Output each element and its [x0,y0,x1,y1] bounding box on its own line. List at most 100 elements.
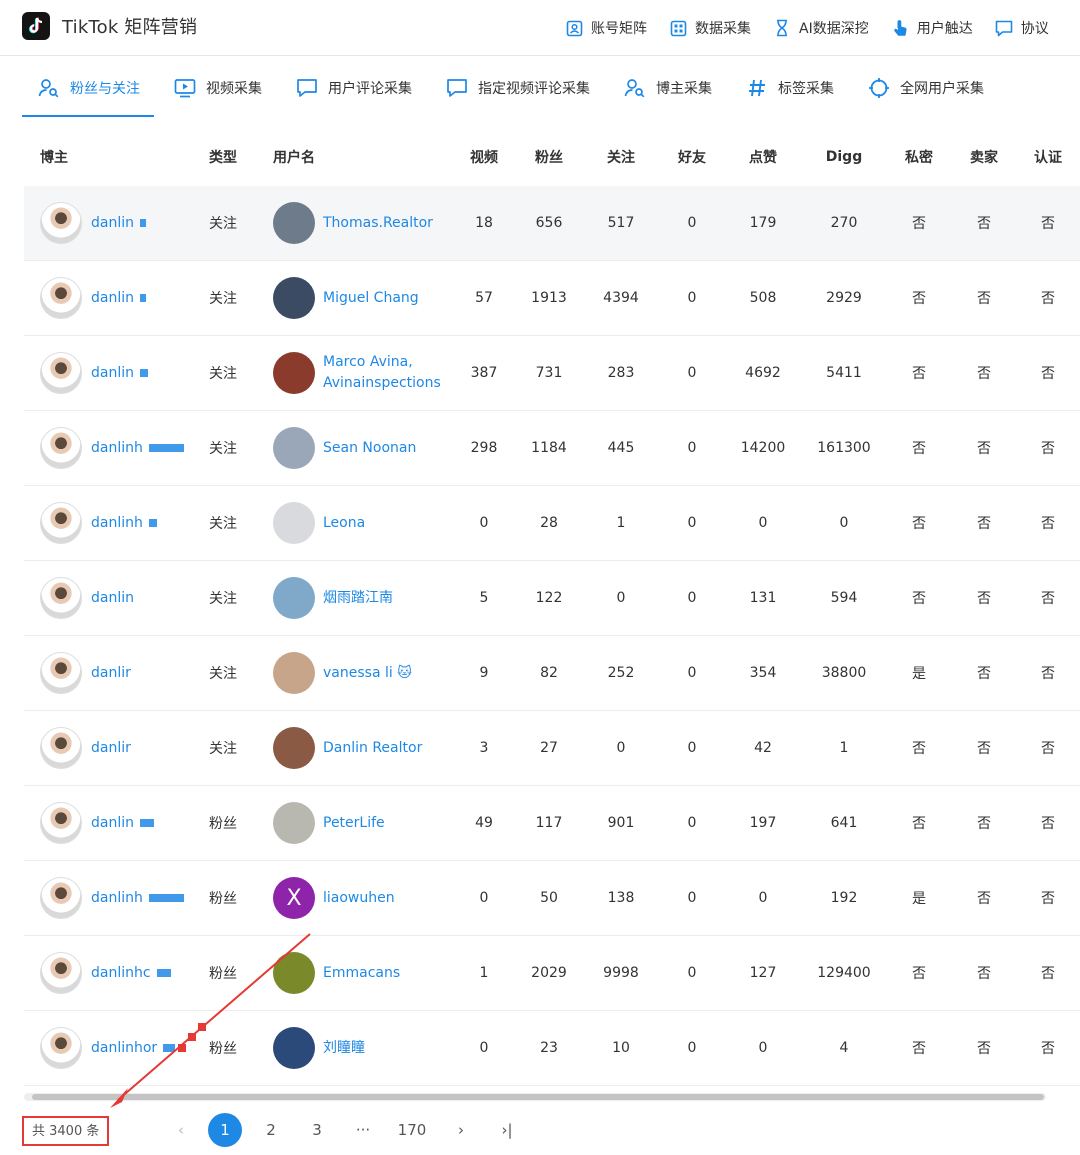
blogger-name-link[interactable]: danlir [91,665,131,681]
cell-verified: 否 [1041,891,1055,907]
blogger-avatar[interactable] [40,727,82,769]
tab-blogger-collection[interactable]: 博主采集 [624,57,712,119]
cell-fans: 82 [540,665,558,681]
username-link[interactable]: 刘瞳瞳 [323,1038,365,1059]
col-header-type[interactable]: 类型 [184,147,248,167]
blogger-avatar[interactable] [40,577,82,619]
tab-all-user-collection[interactable]: 全网用户采集 [868,57,984,119]
cell-likes: 179 [749,215,777,231]
username-link[interactable]: Miguel Chang [323,288,419,309]
tab-fans-follow[interactable]: 粉丝与关注 [22,57,154,119]
table-row[interactable]: danlir 关注 Danlin Realtor 3 27 0 0 42 1 否… [24,711,1080,786]
col-header-friends[interactable]: 好友 [652,147,732,167]
topnav-data-collection[interactable]: 数据采集 [669,18,751,38]
page-button-1[interactable]: 1 [208,1113,242,1147]
col-header-digg[interactable]: Digg [794,149,894,165]
col-header-likes[interactable]: 点赞 [732,147,794,167]
blogger-name-link[interactable]: danlin [91,365,134,381]
user-avatar[interactable] [273,652,315,694]
username-link[interactable]: Danlin Realtor [323,738,422,759]
table-row[interactable]: danlin 关注 Marco Avina, Avinainspections … [24,336,1080,411]
blogger-name-link[interactable]: danlin [91,290,134,306]
tab-user-comment-collection[interactable]: 用户评论采集 [296,57,412,119]
cell-videos: 9 [479,665,489,681]
table-row[interactable]: danlir 关注 vanessa li 🐱 9 82 252 0 354 38… [24,636,1080,711]
page-button-170[interactable]: 170 [395,1113,429,1147]
blogger-name-link[interactable]: danlinh [91,515,143,531]
username-link[interactable]: liaowuhen [323,888,395,909]
cell-username: vanessa li 🐱 [248,652,460,694]
table-row[interactable]: danlinh 关注 Sean Noonan 298 1184 445 0 14… [24,411,1080,486]
blogger-avatar[interactable] [40,877,82,919]
col-header-seller[interactable]: 卖家 [944,147,1024,167]
page-button-3[interactable]: 3 [300,1113,334,1147]
username-link[interactable]: Sean Noonan [323,438,416,459]
table-header: 博主 类型 用户名 视频 粉丝 关注 好友 点赞 Digg 私密 卖家 认证 [24,128,1080,186]
chat-bubble-icon [995,19,1013,37]
topnav-protocol[interactable]: 协议 [995,18,1049,38]
blogger-name-link[interactable]: danlin [91,590,134,606]
next-page-button[interactable]: › [444,1113,478,1147]
username-link[interactable]: Leona [323,513,365,534]
username-link[interactable]: Marco Avina, Avinainspections [323,352,448,394]
user-avatar[interactable] [273,727,315,769]
user-avatar[interactable] [273,352,315,394]
tab-video-collection[interactable]: 视频采集 [174,57,262,119]
cell-likes: 4692 [745,365,781,381]
blogger-avatar[interactable] [40,652,82,694]
blogger-avatar[interactable] [40,427,82,469]
blogger-name-link[interactable]: danlir [91,740,131,756]
blogger-avatar[interactable] [40,502,82,544]
col-header-verified[interactable]: 认证 [1024,147,1072,167]
prev-page-button[interactable]: ‹ [164,1113,198,1147]
col-header-following[interactable]: 关注 [590,147,652,167]
username-link[interactable]: PeterLife [323,813,385,834]
username-link[interactable]: 烟雨踏江南 [323,588,393,609]
topnav-label: 数据采集 [695,21,751,37]
table-row[interactable]: danlin 关注 Thomas.Realtor 18 656 517 0 17… [24,186,1080,261]
blogger-avatar[interactable] [40,952,82,994]
blogger-avatar[interactable] [40,352,82,394]
blogger-name-link[interactable]: danlinh [91,440,143,456]
col-header-fans[interactable]: 粉丝 [508,147,590,167]
user-avatar[interactable] [273,202,315,244]
col-header-videos[interactable]: 视频 [460,147,508,167]
col-header-username[interactable]: 用户名 [248,147,460,167]
cell-private: 否 [912,966,926,982]
tab-video-comment-collection[interactable]: 指定视频评论采集 [446,57,590,119]
page-ellipsis[interactable]: ··· [346,1113,380,1147]
blogger-avatar[interactable] [40,802,82,844]
tab-hashtag-collection[interactable]: 标签采集 [746,57,834,119]
col-header-private[interactable]: 私密 [894,147,944,167]
page-button-2[interactable]: 2 [254,1113,288,1147]
user-avatar[interactable]: X [273,877,315,919]
topnav-ai-mining[interactable]: AI数据深挖 [773,18,869,38]
blogger-name-link[interactable]: danlin [91,815,134,831]
last-page-button[interactable]: ›| [490,1113,524,1147]
username-link[interactable]: Emmacans [323,963,400,984]
table-row[interactable]: danlin 粉丝 PeterLife 49 117 901 0 197 641… [24,786,1080,861]
table-row[interactable]: danlin 关注 烟雨踏江南 5 122 0 0 131 594 否 否 否 [24,561,1080,636]
table-row[interactable]: danlinh 粉丝 X liaowuhen 0 50 138 0 0 192 … [24,861,1080,936]
blogger-avatar[interactable] [40,1027,82,1069]
user-avatar[interactable] [273,577,315,619]
blogger-avatar[interactable] [40,277,82,319]
username-link[interactable]: vanessa li 🐱 [323,663,412,684]
blogger-name-link[interactable]: danlin [91,215,134,231]
cell-following: 252 [607,665,635,681]
touch-hand-icon [891,19,909,37]
user-avatar[interactable] [273,277,315,319]
table-row[interactable]: danlinh 关注 Leona 0 28 1 0 0 0 否 否 否 [24,486,1080,561]
user-avatar[interactable] [273,427,315,469]
user-avatar[interactable] [273,802,315,844]
user-avatar[interactable] [273,502,315,544]
cell-friends: 0 [687,440,697,456]
table-row[interactable]: danlin 关注 Miguel Chang 57 1913 4394 0 50… [24,261,1080,336]
username-link[interactable]: Thomas.Realtor [323,213,433,234]
cell-type: 粉丝 [209,816,237,832]
blogger-avatar[interactable] [40,202,82,244]
topnav-user-reach[interactable]: 用户触达 [891,18,973,38]
topnav-account-matrix[interactable]: 账号矩阵 [565,18,647,38]
blogger-name-link[interactable]: danlinh [91,890,143,906]
col-header-blogger[interactable]: 博主 [24,147,184,167]
